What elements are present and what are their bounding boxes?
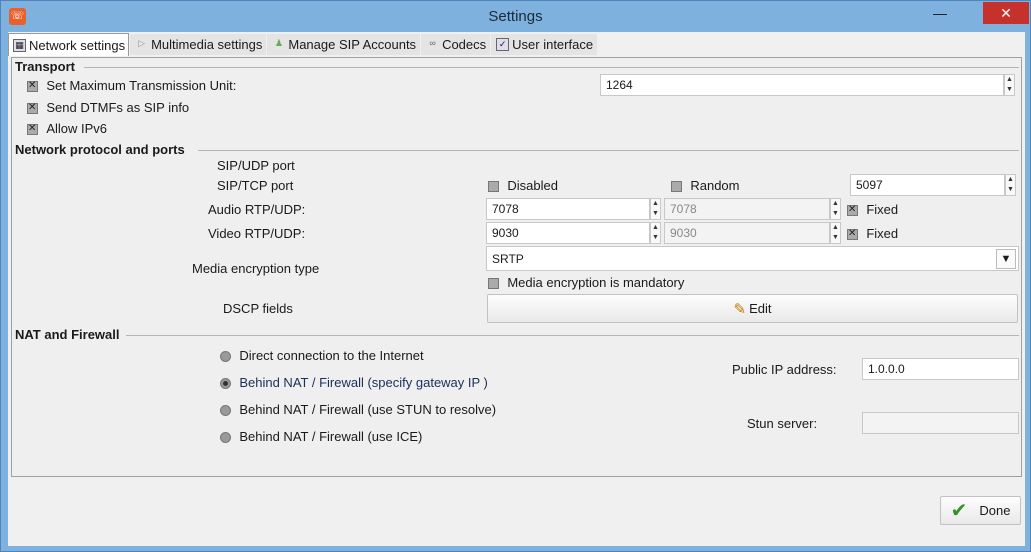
network-settings-panel: Transport Set Maximum Transmission Unit:… [11, 57, 1022, 477]
transport-section-title: Transport [15, 59, 75, 74]
nat-option-gateway[interactable]: Behind NAT / Firewall (specify gateway I… [220, 375, 488, 390]
stun-server-input[interactable] [862, 412, 1019, 434]
audio-min-port-input[interactable]: 7078 [486, 198, 650, 220]
nat-option-stun[interactable]: Behind NAT / Firewall (use STUN to resol… [220, 402, 496, 417]
nat-option-ice[interactable]: Behind NAT / Firewall (use ICE) [220, 429, 422, 444]
nat-option-label: Behind NAT / Firewall (use STUN to resol… [239, 402, 497, 417]
nat-direct-radio[interactable] [220, 351, 231, 363]
mtu-checkbox[interactable] [27, 80, 38, 93]
mtu-label: Set Maximum Transmission Unit: [46, 78, 237, 93]
edit-label: Edit [749, 301, 772, 316]
tab-bar: ▦ Network settings ▷ Multimedia settings… [8, 33, 598, 56]
encryption-type-select[interactable]: SRTP ▼ [486, 246, 1019, 271]
section-divider [198, 150, 1019, 151]
audio-fixed-checkbox[interactable] [847, 204, 858, 217]
title-bar[interactable]: ☏ Settings — ✕ [1, 1, 1030, 32]
settings-window: ☏ Settings — ✕ ▦ Network settings ▷ Mult… [0, 0, 1031, 552]
video-fixed-label: Fixed [866, 226, 899, 241]
mtu-input[interactable]: 1264 [600, 74, 1004, 96]
video-rtp-label: Video RTP/UDP: [208, 226, 306, 241]
tab-codecs[interactable]: ∞ Codecs [421, 34, 491, 55]
audio-fixed-label: Fixed [866, 202, 899, 217]
disabled-row: Disabled [488, 178, 558, 193]
network-icon: ▦ [13, 38, 26, 52]
sip-port-spinner[interactable]: ▲ ▼ [1005, 174, 1016, 196]
video-fixed-row: Fixed [847, 226, 898, 241]
section-divider [84, 67, 1019, 68]
audio-min-spinner[interactable]: ▲ ▼ [650, 198, 661, 220]
public-ip-input[interactable]: 1.0.0.0 [862, 358, 1019, 380]
nat-option-label: Direct connection to the Internet [239, 348, 424, 363]
done-button[interactable]: ✔ Done [940, 496, 1021, 525]
mtu-row: Set Maximum Transmission Unit: [27, 78, 236, 93]
tab-multimedia-settings[interactable]: ▷ Multimedia settings [130, 34, 267, 55]
encryption-type-value: SRTP [492, 252, 524, 266]
close-button[interactable]: ✕ [983, 2, 1029, 24]
pencil-icon: ✎ [733, 300, 747, 318]
video-max-spinner[interactable]: ▲ ▼ [830, 222, 841, 244]
window-title: Settings [488, 8, 543, 25]
public-ip-label: Public IP address: [732, 362, 837, 377]
encryption-mandatory-row: Media encryption is mandatory [488, 275, 684, 290]
tab-user-interface[interactable]: ✓ User interface [491, 34, 598, 55]
video-min-spinner[interactable]: ▲ ▼ [650, 222, 661, 244]
tab-label: Manage SIP Accounts [288, 37, 417, 52]
checklist-icon: ✓ [496, 38, 510, 51]
disabled-checkbox[interactable] [488, 181, 499, 193]
video-max-port-input[interactable]: 9030 [664, 222, 830, 244]
random-label: Random [690, 178, 740, 193]
tab-network-settings[interactable]: ▦ Network settings [8, 33, 130, 56]
dscp-edit-button[interactable]: ✎ Edit [487, 294, 1018, 323]
audio-rtp-label: Audio RTP/UDP: [208, 202, 306, 217]
chevron-down-icon[interactable]: ▼ [996, 249, 1016, 269]
nat-ice-radio[interactable] [220, 432, 231, 444]
audio-max-port-input[interactable]: 7078 [664, 198, 830, 220]
nat-stun-radio[interactable] [220, 405, 231, 417]
dscp-label: DSCP fields [223, 301, 293, 316]
tab-label: Codecs [442, 37, 487, 52]
mtu-spinner[interactable]: ▲ ▼ [1004, 74, 1015, 96]
sip-tcp-label: SIP/TCP port [217, 178, 294, 193]
network-section-title: Network protocol and ports [15, 142, 185, 157]
ipv6-label: Allow IPv6 [46, 121, 108, 136]
ipv6-checkbox[interactable] [27, 123, 38, 136]
video-fixed-checkbox[interactable] [847, 228, 858, 241]
random-checkbox[interactable] [671, 181, 682, 193]
checkmark-icon: ✔ [950, 500, 968, 522]
tab-manage-sip-accounts[interactable]: ♟ Manage SIP Accounts [267, 34, 421, 55]
tab-label: User interface [512, 37, 594, 52]
nat-option-label: Behind NAT / Firewall (specify gateway I… [239, 375, 488, 390]
nat-section-title: NAT and Firewall [15, 327, 120, 342]
nat-option-label: Behind NAT / Firewall (use ICE) [239, 429, 423, 444]
random-row: Random [671, 178, 739, 193]
encryption-mandatory-checkbox[interactable] [488, 278, 499, 290]
section-divider [126, 335, 1019, 336]
stun-server-label: Stun server: [747, 416, 818, 431]
ipv6-row: Allow IPv6 [27, 121, 107, 136]
minimize-button[interactable]: — [927, 4, 953, 26]
link-icon: ∞ [429, 38, 436, 48]
tab-label: Multimedia settings [151, 37, 263, 52]
done-label: Done [979, 503, 1011, 518]
nat-option-direct[interactable]: Direct connection to the Internet [220, 348, 424, 363]
play-icon: ▷ [138, 38, 146, 48]
encryption-mandatory-label: Media encryption is mandatory [507, 275, 685, 290]
video-min-port-input[interactable]: 9030 [486, 222, 650, 244]
audio-max-spinner[interactable]: ▲ ▼ [830, 198, 841, 220]
encryption-type-label: Media encryption type [192, 261, 320, 276]
dtmf-row: Send DTMFs as SIP info [27, 100, 189, 115]
tab-label: Network settings [29, 37, 126, 53]
dtmf-label: Send DTMFs as SIP info [46, 100, 190, 115]
dialog-client: ▦ Network settings ▷ Multimedia settings… [8, 32, 1025, 546]
dtmf-checkbox[interactable] [27, 102, 38, 115]
sip-port-input[interactable]: 5097 [850, 174, 1005, 196]
sip-udp-label: SIP/UDP port [217, 158, 295, 173]
audio-fixed-row: Fixed [847, 202, 898, 217]
nat-gateway-radio[interactable] [220, 378, 231, 390]
disabled-label: Disabled [507, 178, 558, 193]
users-icon: ♟ [274, 38, 283, 48]
